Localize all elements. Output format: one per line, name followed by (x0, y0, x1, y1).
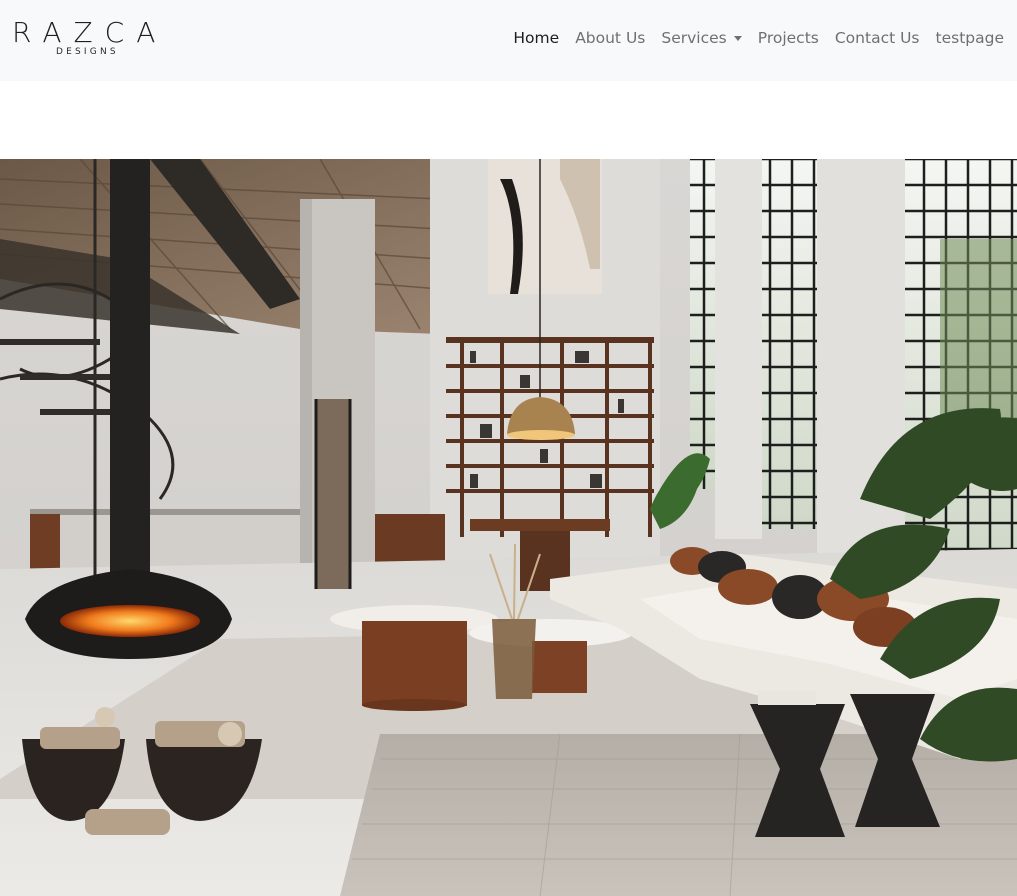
nav-contact-us-label: Contact Us (834, 29, 920, 47)
brand-name: RAZCA (12, 16, 168, 49)
nav-home-label: Home (513, 29, 560, 47)
nav-services-label: Services (661, 29, 727, 47)
nav-projects-label: Projects (757, 29, 819, 47)
brand-logo[interactable]: RAZCA DESIGNS (12, 16, 168, 58)
nav-about-us[interactable]: About Us (567, 27, 653, 49)
nav-testpage[interactable]: testpage (928, 27, 1004, 49)
brand-tagline: DESIGNS (56, 47, 119, 57)
nav-about-us-label: About Us (575, 29, 646, 47)
nav-home[interactable]: Home (505, 27, 567, 49)
caret-down-icon (733, 36, 742, 41)
nav-projects[interactable]: Projects (750, 27, 827, 49)
nav-testpage-label: testpage (935, 29, 1004, 47)
navbar: RAZCA DESIGNS Home About Us Services Pro… (0, 0, 1017, 81)
main-nav: Home About Us Services Projects Contact … (505, 27, 1004, 49)
nav-services-dropdown[interactable]: Services (653, 27, 749, 49)
hero-image (0, 159, 1017, 896)
nav-contact-us[interactable]: Contact Us (827, 27, 928, 49)
loft-interior-illustration (0, 159, 1017, 896)
